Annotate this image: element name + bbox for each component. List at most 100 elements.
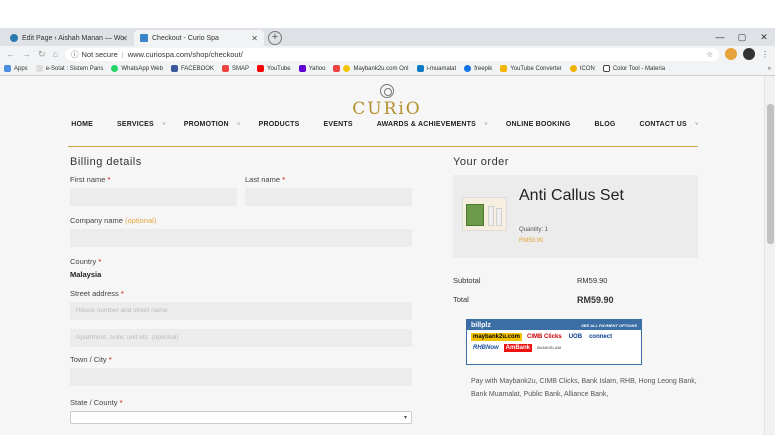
icon-site-icon bbox=[569, 65, 577, 72]
bookmark-youtube[interactable]: YouTube bbox=[257, 65, 291, 72]
last-name-input[interactable] bbox=[245, 188, 412, 206]
street-input-2[interactable]: Apartment, suite, unit etc. (optional) bbox=[70, 329, 412, 347]
nav-blog[interactable]: BLOG bbox=[588, 121, 621, 128]
bank-logos: maybank2u.com CIMB Clicks UOB connect RH… bbox=[467, 330, 641, 355]
top-blank bbox=[0, 0, 775, 28]
order-summary: Your order Anti Callus Set Quantity: 1 R… bbox=[453, 156, 698, 401]
site-header: CURiO HOME SERVICES ˅ PROMOTION ˅ PRODUC… bbox=[0, 76, 775, 140]
nav-promotion[interactable]: PROMOTION ˅ bbox=[178, 121, 241, 128]
chevron-down-icon: ˅ bbox=[695, 122, 699, 128]
star-icon[interactable]: ☆ bbox=[706, 50, 713, 59]
emblem-icon bbox=[380, 84, 394, 98]
bookmark-icon[interactable]: ICON bbox=[569, 65, 595, 72]
bookmark-apps[interactable]: Apps bbox=[4, 65, 28, 72]
product-image bbox=[462, 197, 507, 231]
nav-awards[interactable]: AWARDS & ACHIEVEMENTS ˅ bbox=[371, 121, 488, 128]
town-input[interactable] bbox=[70, 368, 412, 386]
nav-online-booking[interactable]: ONLINE BOOKING bbox=[500, 121, 577, 128]
extension-icon[interactable] bbox=[725, 48, 737, 60]
total-row: Total RM59.90 bbox=[453, 295, 698, 305]
tab-edit-page[interactable]: Edit Page ‹ Aishah Manan — Wo ✕ bbox=[4, 30, 134, 46]
connect-logo: connect bbox=[589, 334, 613, 340]
reload-icon[interactable]: ↻ bbox=[38, 49, 46, 60]
bookmark-esolat[interactable]: e-Solat : Sistem Pans bbox=[35, 65, 103, 72]
home-icon[interactable]: ⌂ bbox=[53, 49, 58, 59]
bookmark-color-tool[interactable]: Color Tool - Materia bbox=[602, 65, 665, 72]
bookmark-facebook[interactable]: FACEBOOK bbox=[170, 65, 214, 72]
billplz-payment-banner[interactable]: billplz SEE ALL PAYMENT OPTIONS maybank2u… bbox=[466, 319, 642, 365]
nav-services[interactable]: SERVICES ˅ bbox=[111, 121, 166, 128]
youtube-icon bbox=[257, 65, 264, 72]
billing-heading: Billing details bbox=[70, 156, 142, 168]
ambank-logo: AmBank bbox=[503, 344, 533, 352]
first-name-input[interactable] bbox=[70, 188, 237, 206]
chevron-down-icon: ˅ bbox=[484, 122, 488, 128]
maybank-logo: maybank2u.com bbox=[471, 333, 523, 341]
bankislam-logo: BANKISLAM bbox=[537, 345, 562, 350]
maybank-icon bbox=[343, 65, 351, 72]
street-input-1[interactable]: House number and street name bbox=[70, 302, 412, 320]
country-value: Malaysia bbox=[70, 270, 102, 279]
bookmark-yahoo[interactable]: Yahoo bbox=[298, 65, 325, 72]
product-quantity: Quantity: 1 bbox=[519, 227, 549, 233]
subtotal-row: Subtotal RM59.90 bbox=[453, 276, 698, 285]
freepik-icon bbox=[464, 65, 472, 72]
page-scrollbar[interactable] bbox=[764, 76, 775, 435]
bookmark-smap[interactable]: SMAP bbox=[221, 65, 249, 72]
company-label: Company name (optional) bbox=[70, 216, 157, 225]
nav-home[interactable]: HOME bbox=[65, 121, 99, 128]
smap-icon bbox=[221, 65, 229, 72]
minimize-button[interactable]: — bbox=[709, 28, 731, 46]
forward-arrow-icon[interactable]: → bbox=[22, 49, 31, 59]
nav-products[interactable]: PRODUCTS bbox=[253, 121, 306, 128]
street-label: Street address * bbox=[70, 289, 124, 298]
billplz-logo: billplz bbox=[471, 321, 491, 329]
chevron-down-icon: ▾ bbox=[403, 415, 407, 421]
menu-icon[interactable]: ⋮ bbox=[761, 50, 769, 59]
back-arrow-icon[interactable]: ← bbox=[6, 49, 15, 59]
scrollbar-thumb[interactable] bbox=[767, 104, 774, 244]
site-favicon-icon bbox=[140, 34, 148, 42]
maximize-button[interactable]: ▢ bbox=[731, 28, 753, 46]
wordpress-icon bbox=[10, 34, 18, 42]
payment-description: Pay with Maybank2u, CIMB Clicks, Bank Is… bbox=[471, 378, 697, 398]
nav-events[interactable]: EVENTS bbox=[318, 121, 359, 128]
info-icon[interactable]: ⓘ bbox=[71, 49, 79, 60]
company-input[interactable] bbox=[70, 229, 412, 247]
bookmark-whatsapp[interactable]: WhatsApp Web bbox=[111, 65, 163, 72]
town-label: Town / City * bbox=[70, 355, 112, 364]
tab-checkout[interactable]: Checkout - Curio Spa ✕ bbox=[134, 30, 264, 46]
close-icon[interactable]: ✕ bbox=[121, 34, 128, 43]
close-window-button[interactable]: ✕ bbox=[753, 28, 775, 46]
billing-details: Billing details First name * Last name *… bbox=[70, 156, 412, 424]
bookmarks-overflow-icon[interactable]: » bbox=[768, 66, 771, 72]
total-label: Total bbox=[453, 295, 469, 304]
product-price: RM59.90 bbox=[519, 238, 544, 244]
subtotal-label: Subtotal bbox=[453, 276, 481, 285]
bookmark-yt-converter[interactable]: YouTube Converter bbox=[500, 65, 562, 72]
profile-avatar[interactable] bbox=[743, 48, 755, 60]
new-tab-button[interactable]: + bbox=[268, 31, 282, 45]
close-icon[interactable]: ✕ bbox=[251, 34, 258, 43]
url-bar[interactable]: ⓘ Not secure | www.curiospa.com/shop/che… bbox=[64, 47, 719, 61]
chevron-down-icon: ˅ bbox=[236, 122, 241, 128]
bookmark-freepik[interactable]: freepik bbox=[464, 65, 492, 72]
order-item: Anti Callus Set Quantity: 1 RM59.90 bbox=[453, 175, 698, 258]
bookmark-maybank[interactable]: Maybank2u.com Onl bbox=[333, 65, 409, 72]
bookmarks-bar: Apps e-Solat : Sistem Pans WhatsApp Web … bbox=[0, 62, 775, 76]
main-nav: HOME SERVICES ˅ PROMOTION ˅ PRODUCTS EVE… bbox=[0, 121, 764, 128]
product-name: Anti Callus Set bbox=[519, 187, 624, 204]
state-label: State / County * bbox=[70, 398, 123, 407]
state-select[interactable]: ▾ bbox=[70, 411, 412, 424]
nav-contact[interactable]: CONTACT US ˅ bbox=[634, 121, 699, 128]
bookmark-imuamalat[interactable]: i-muamalat bbox=[416, 65, 456, 72]
first-name-label: First name * bbox=[70, 175, 111, 184]
total-value: RM59.90 bbox=[577, 295, 614, 305]
divider: | bbox=[121, 49, 124, 59]
country-label: Country * bbox=[70, 257, 102, 266]
tab-label: Edit Page ‹ Aishah Manan — Wo bbox=[22, 34, 125, 42]
site-logo[interactable]: CURiO bbox=[337, 84, 437, 119]
url-text[interactable]: www.curiospa.com/shop/checkout/ bbox=[128, 50, 243, 59]
not-secure-label: Not secure bbox=[81, 49, 118, 59]
color-tool-icon bbox=[602, 65, 610, 72]
